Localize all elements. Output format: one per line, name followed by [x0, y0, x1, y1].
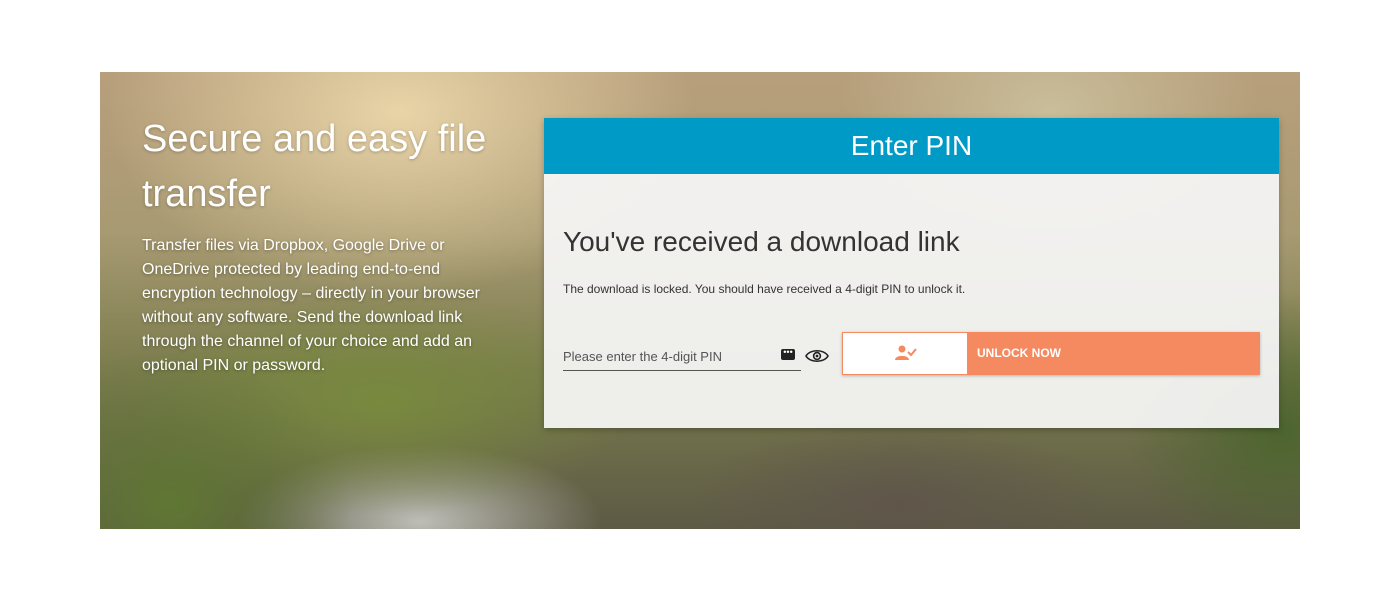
hero-text: Secure and easy file transfer Transfer f… [142, 112, 514, 378]
enter-pin-card: Enter PIN You've received a download lin… [544, 118, 1279, 428]
card-header: Enter PIN [544, 118, 1279, 174]
unlock-now-button[interactable]: UNLOCK NOW [842, 332, 1260, 375]
unlock-button-icon-area [843, 333, 967, 374]
locked-message: The download is locked. You should have … [563, 282, 966, 296]
hero-description: Transfer files via Dropbox, Google Drive… [142, 237, 480, 374]
pin-input[interactable] [563, 344, 773, 368]
card-heading: You've received a download link [563, 226, 960, 257]
password-manager-icon[interactable]: ••• [781, 348, 795, 360]
hero-title: Secure and easy file transfer [142, 118, 487, 215]
pin-field: ••• [563, 342, 801, 371]
show-password-icon[interactable] [805, 348, 829, 364]
unlock-button-label: UNLOCK NOW [977, 346, 1061, 360]
user-check-icon [895, 345, 917, 360]
hero-banner: Secure and easy file transfer Transfer f… [100, 72, 1300, 529]
